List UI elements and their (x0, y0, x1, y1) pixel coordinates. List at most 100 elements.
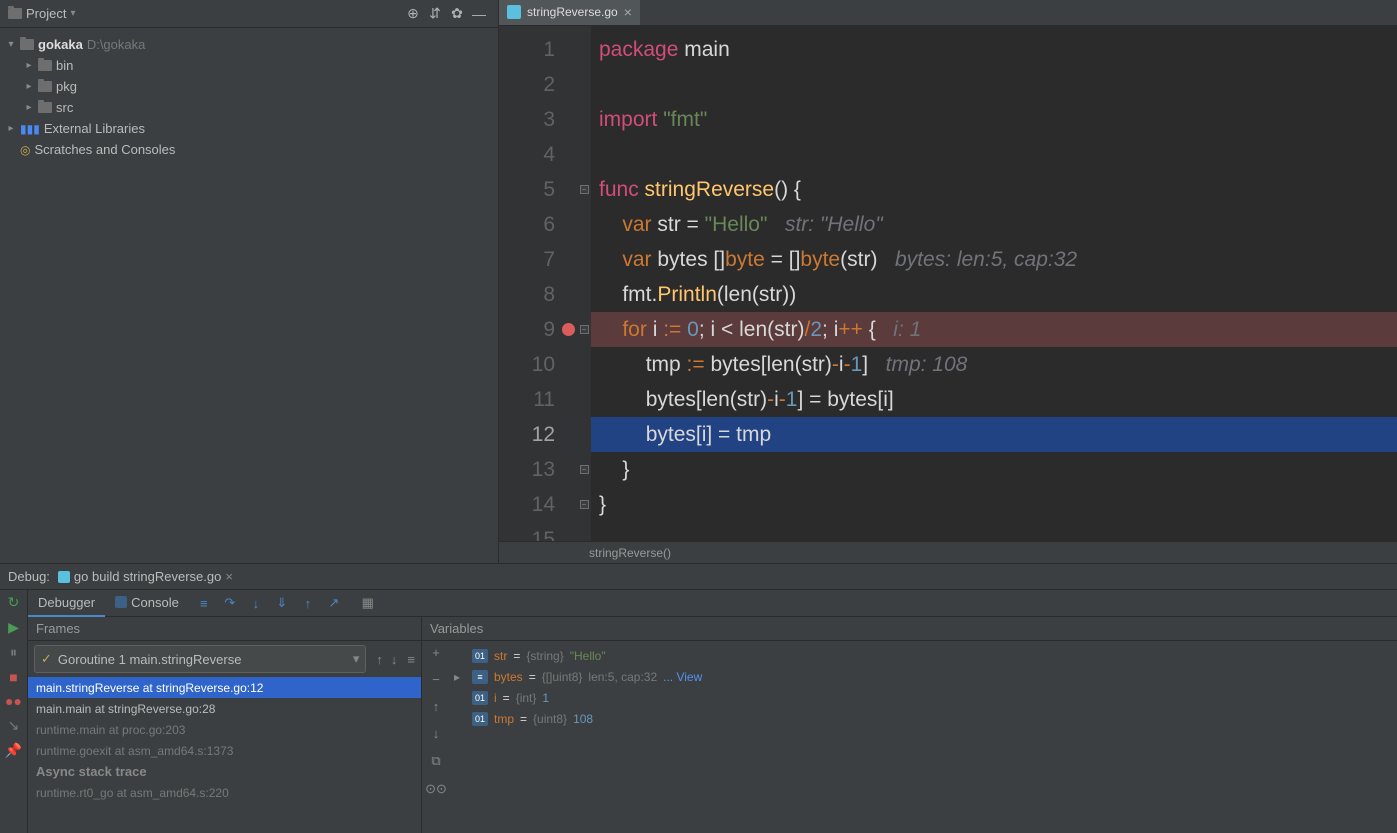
settings-icon[interactable]: ✿ (446, 3, 468, 25)
frame-row[interactable]: runtime.rt0_go at asm_amd64.s:220 (28, 782, 421, 803)
tree-root[interactable]: ▾ gokaka D:\gokaka (0, 34, 498, 55)
folder-icon (38, 81, 52, 92)
var-badge-icon: 01 (472, 712, 488, 726)
glasses-icon[interactable]: ⊙⊙ (425, 781, 447, 797)
target-icon[interactable]: ⊕ (402, 3, 424, 25)
folder-icon (20, 39, 34, 50)
step-out-icon[interactable]: ↑ (297, 592, 319, 614)
copy-icon[interactable]: ⧉ (431, 753, 440, 769)
tree-scratches[interactable]: ◎ Scratches and Consoles (0, 139, 498, 160)
force-step-into-icon[interactable]: ⇓ (271, 592, 293, 614)
up-icon[interactable]: ↑ (433, 699, 440, 714)
run-to-cursor-icon[interactable]: ↗ (323, 592, 345, 614)
folder-icon (8, 8, 22, 19)
async-section: Async stack trace (28, 761, 421, 782)
close-icon[interactable]: × (225, 569, 233, 584)
chevron-down-icon: ▾ (70, 8, 75, 19)
line-gutter[interactable]: 1 2 3 4 5 6 7 8 9 10 11 12 13 14 15 (499, 26, 577, 541)
resume-button[interactable]: ↻ (8, 594, 20, 611)
expand-all-icon[interactable]: ⇵ (424, 3, 446, 25)
close-icon[interactable]: × (624, 5, 632, 19)
remove-watch-icon[interactable]: − (432, 672, 440, 687)
go-file-icon (507, 5, 521, 19)
folder-label: pkg (56, 79, 77, 94)
breadcrumb-item: stringReverse() (589, 546, 671, 560)
chevron-right-icon: ▸ (24, 60, 34, 71)
down-icon[interactable]: ↓ (433, 726, 440, 741)
debug-toolbar: Debugger Console ≡ ↷ ↓ ⇓ ↑ ↗ ▦ (28, 590, 1397, 617)
expand-icon[interactable]: ▸ (454, 670, 466, 684)
fold-icon[interactable]: − (580, 465, 589, 474)
project-tree: ▾ gokaka D:\gokaka ▸ bin ▸ pkg ▸ src (0, 28, 498, 563)
folder-icon (38, 60, 52, 71)
code-editor[interactable]: 1 2 3 4 5 6 7 8 9 10 11 12 13 14 15 − − (499, 26, 1397, 541)
frame-row[interactable]: runtime.goexit at asm_amd64.s:1373 (28, 740, 421, 761)
editor-pane: stringReverse.go × 1 2 3 4 5 6 7 8 9 10 … (499, 0, 1397, 563)
folder-icon (38, 102, 52, 113)
view-link[interactable]: ... View (663, 670, 702, 684)
step-over-icon[interactable]: ↷ (219, 592, 241, 614)
fold-icon[interactable]: − (580, 185, 589, 194)
add-watch-icon[interactable]: + (432, 645, 440, 660)
var-row[interactable]: 01 str = {string} "Hello" (450, 645, 1397, 666)
breadcrumb[interactable]: stringReverse() (499, 541, 1397, 563)
fold-icon[interactable]: − (580, 500, 589, 509)
tree-folder-src[interactable]: ▸ src (0, 97, 498, 118)
frames-list: main.stringReverse at stringReverse.go:1… (28, 677, 421, 833)
variables-panel: Variables + − ↑ ↓ ⧉ ⊙⊙ 01 str (422, 617, 1397, 833)
step-into-icon[interactable]: ↓ (245, 592, 267, 614)
tree-folder-pkg[interactable]: ▸ pkg (0, 76, 498, 97)
frame-row[interactable]: runtime.main at proc.go:203 (28, 719, 421, 740)
var-row[interactable]: 01 i = {int} 1 (450, 687, 1397, 708)
frame-row[interactable]: main.main at stringReverse.go:28 (28, 698, 421, 719)
debug-side-actions: ↻ ▶ ⏸ ■ ●● ↘ 📌 (0, 590, 28, 833)
run-button[interactable]: ▶ (8, 619, 19, 636)
run-config[interactable]: go build stringReverse.go × (58, 569, 233, 584)
console-icon (115, 596, 127, 608)
tab-stringreverse[interactable]: stringReverse.go × (499, 0, 641, 25)
editor-tabs: stringReverse.go × (499, 0, 1397, 26)
frames-title: Frames (28, 617, 421, 641)
var-row[interactable]: ▸ ≡ bytes = {[]uint8} len:5, cap:32 ... … (450, 666, 1397, 687)
evaluate-icon[interactable]: ▦ (357, 592, 379, 614)
chevron-down-icon: ▾ (6, 39, 16, 50)
scratches-icon: ◎ (20, 143, 30, 157)
code-area[interactable]: package main import "fmt" func stringRev… (591, 26, 1397, 541)
tab-debugger[interactable]: Debugger (28, 590, 105, 617)
fold-icon[interactable]: − (580, 325, 589, 334)
filter-icon[interactable]: ≡ (401, 652, 421, 667)
pause-button[interactable]: ⏸ (10, 644, 17, 661)
tab-console[interactable]: Console (105, 590, 189, 617)
scratches-label: Scratches and Consoles (34, 142, 175, 157)
folder-label: bin (56, 58, 73, 73)
go-icon (58, 571, 70, 583)
folder-label: src (56, 100, 73, 115)
breakpoint-line-9: 9 (499, 312, 577, 347)
stop-button[interactable]: ■ (9, 669, 17, 685)
minimize-icon[interactable]: — (468, 3, 490, 25)
project-selector[interactable]: Project ▾ (8, 6, 76, 21)
next-frame-icon[interactable]: ↓ (387, 652, 402, 667)
var-badge-icon: ≡ (472, 670, 488, 684)
tree-folder-bin[interactable]: ▸ bin (0, 55, 498, 76)
goroutine-selector[interactable]: ✓ Goroutine 1 main.stringReverse ▾ (34, 645, 366, 673)
chevron-right-icon: ▸ (24, 102, 34, 113)
var-badge-icon: 01 (472, 691, 488, 705)
var-badge-icon: 01 (472, 649, 488, 663)
prev-frame-icon[interactable]: ↑ (372, 652, 387, 667)
show-execution-point-icon[interactable]: ≡ (193, 592, 215, 614)
fold-gutter[interactable]: − − − − (577, 26, 591, 541)
library-icon: ▮▮▮ (20, 122, 40, 136)
pin-button[interactable]: 📌 (5, 742, 22, 759)
project-header: Project ▾ ⊕ ⇵ ✿ — (0, 0, 498, 28)
external-label: External Libraries (44, 121, 145, 136)
tree-external-libs[interactable]: ▸ ▮▮▮ External Libraries (0, 118, 498, 139)
tab-label: stringReverse.go (527, 5, 618, 19)
debug-header: Debug: go build stringReverse.go × (0, 563, 1397, 590)
mute-breakpoints-button[interactable]: ↘ (8, 717, 20, 734)
chevron-down-icon: ▾ (353, 651, 360, 667)
frame-row[interactable]: main.stringReverse at stringReverse.go:1… (28, 677, 421, 698)
var-row[interactable]: 01 tmp = {uint8} 108 (450, 708, 1397, 729)
view-breakpoints-button[interactable]: ●● (5, 693, 22, 709)
variables-list: 01 str = {string} "Hello" ▸ ≡ bytes = {[… (450, 641, 1397, 833)
